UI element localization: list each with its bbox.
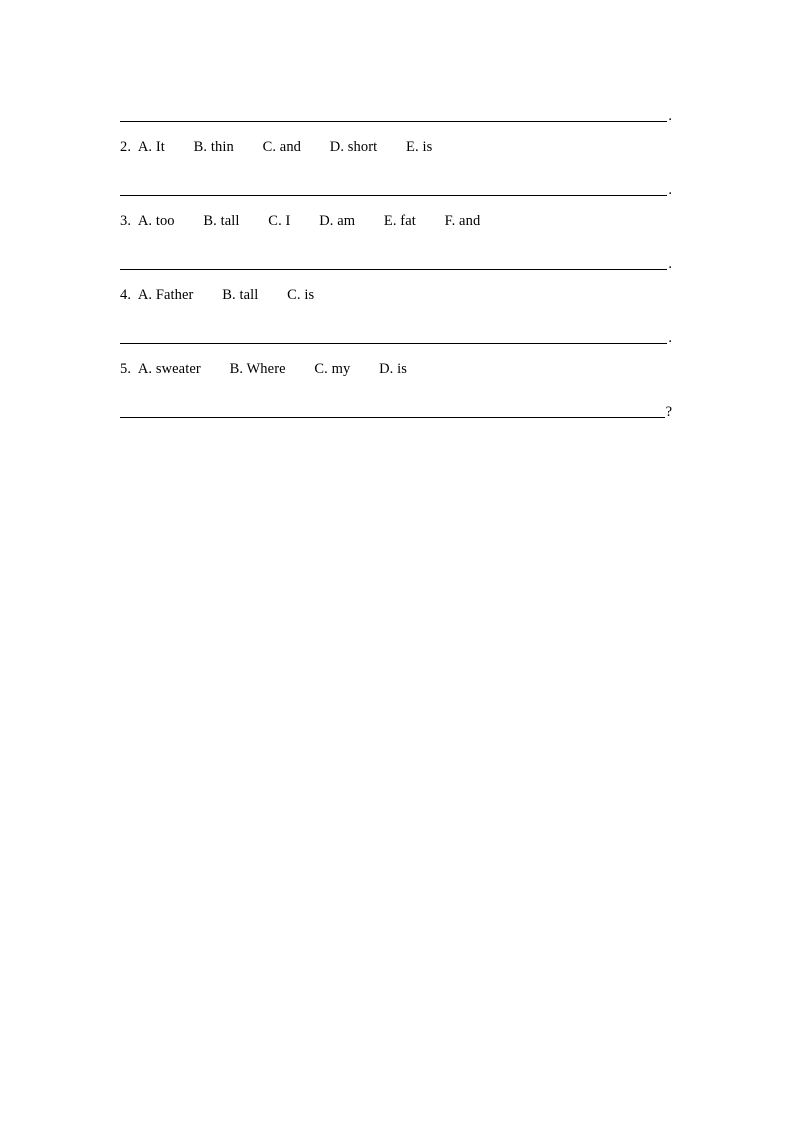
- answer-blank-punctuation: .: [668, 108, 672, 124]
- option-4-b: B. tall: [222, 287, 259, 303]
- option-2-a: A. It: [137, 139, 165, 155]
- option-2-c: C. and: [262, 139, 302, 155]
- option-3-d: D. am: [319, 213, 356, 229]
- document-page: . 2. A. It B. thin C. and D. short E. is…: [0, 0, 793, 1122]
- option-3-f: F. and: [444, 213, 481, 229]
- question-row-5: 5. A. sweater B. Where C. my D. is: [120, 360, 672, 378]
- question-number-3: 3.: [120, 213, 132, 229]
- option-2-b: B. thin: [193, 139, 234, 155]
- exercise-list: . 2. A. It B. thin C. and D. short E. is…: [120, 100, 672, 420]
- answer-blank-punctuation: .: [668, 330, 672, 346]
- option-4-a: A. Father: [137, 287, 194, 303]
- question-number-2: 2.: [120, 139, 132, 155]
- answer-blank-punctuation: ?: [665, 404, 672, 420]
- answer-blank-3[interactable]: .: [120, 248, 672, 272]
- answer-blank-2[interactable]: .: [120, 174, 672, 198]
- option-3-b: B. tall: [203, 213, 240, 229]
- question-number-4: 4.: [120, 287, 132, 303]
- answer-blank-4[interactable]: .: [120, 322, 672, 346]
- answer-blank-line[interactable]: [120, 403, 665, 418]
- option-2-d: D. short: [329, 139, 378, 155]
- question-row-4: 4. A. Father B. tall C. is: [120, 286, 672, 304]
- answer-blank-line[interactable]: [120, 255, 668, 270]
- question-row-2: 2. A. It B. thin C. and D. short E. is: [120, 138, 672, 156]
- option-5-c: C. my: [314, 361, 351, 377]
- question-row-3: 3. A. too B. tall C. I D. am E. fat F. a…: [120, 212, 672, 230]
- option-4-c: C. is: [287, 287, 315, 303]
- answer-blank-1[interactable]: .: [120, 100, 672, 124]
- option-5-a: A. sweater: [137, 361, 201, 377]
- answer-blank-5[interactable]: ?: [120, 396, 672, 420]
- option-3-a: A. too: [137, 213, 175, 229]
- answer-blank-line[interactable]: [120, 329, 668, 344]
- option-3-e: E. fat: [383, 213, 416, 229]
- option-3-c: C. I: [268, 213, 291, 229]
- answer-blank-punctuation: .: [668, 256, 672, 272]
- option-2-e: E. is: [406, 139, 433, 155]
- answer-blank-line[interactable]: [120, 181, 668, 196]
- answer-blank-line[interactable]: [120, 107, 668, 122]
- option-5-d: D. is: [379, 361, 407, 377]
- answer-blank-punctuation: .: [668, 182, 672, 198]
- question-number-5: 5.: [120, 361, 132, 377]
- option-5-b: B. Where: [229, 361, 286, 377]
